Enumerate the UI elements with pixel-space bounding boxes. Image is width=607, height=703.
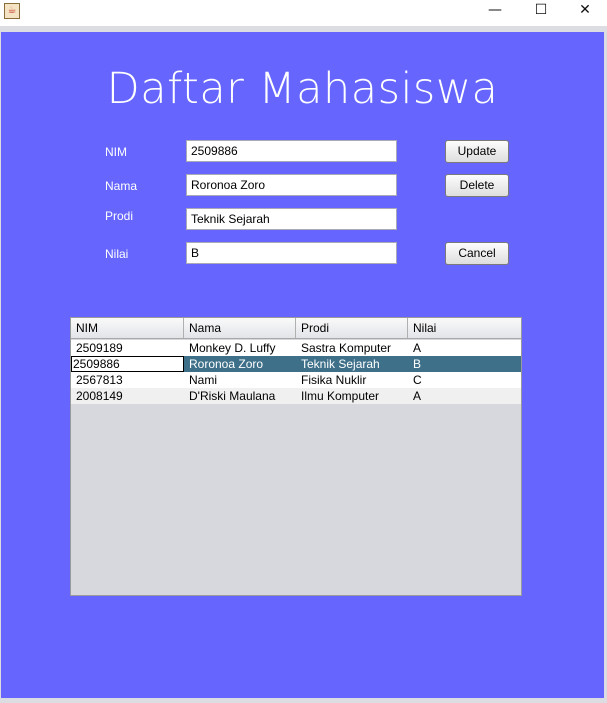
table-row[interactable]: 2567813 Nami Fisika Nuklir C [71, 372, 521, 388]
table-row[interactable]: 2008149 D'Riski Maulana Ilmu Komputer A [71, 388, 521, 404]
student-table[interactable]: NIM Nama Prodi Nilai 2509189 Monkey D. L… [70, 317, 522, 596]
cell-nama: D'Riski Maulana [189, 389, 276, 403]
cell-nama: Nami [189, 373, 218, 387]
cell-nilai: B [413, 357, 422, 371]
cell-nama: Roronoa Zoro [189, 357, 264, 371]
java-icon: ☕ [4, 3, 20, 19]
cell-nim: 2008149 [76, 389, 123, 403]
nilai-label: Nilai [105, 247, 129, 261]
nilai-field[interactable] [186, 242, 397, 264]
cell-prodi: Ilmu Komputer [301, 389, 380, 403]
prodi-label: Prodi [105, 209, 134, 223]
column-header-nilai[interactable]: Nilai [408, 318, 521, 338]
cell-prodi: Fisika Nuklir [301, 373, 367, 387]
table-header: NIM Nama Prodi Nilai [71, 318, 521, 339]
cell-nilai: A [413, 389, 422, 403]
cell-nama: Monkey D. Luffy [189, 341, 276, 355]
update-button[interactable]: Update [445, 140, 509, 163]
close-button[interactable]: ✕ [562, 0, 607, 22]
cancel-button[interactable]: Cancel [445, 242, 509, 265]
cell-nim[interactable]: 2509886 [71, 356, 184, 372]
delete-button[interactable]: Delete [445, 174, 509, 197]
cell-nim: 2567813 [76, 373, 123, 387]
nim-field[interactable] [186, 140, 397, 162]
table-row[interactable]: 2509189 Monkey D. Luffy Sastra Komputer … [71, 340, 521, 356]
cell-nim: 2509189 [76, 341, 123, 355]
nama-field[interactable] [186, 174, 397, 196]
column-header-prodi[interactable]: Prodi [296, 318, 408, 338]
column-header-nim[interactable]: NIM [71, 318, 184, 338]
window-titlebar: ☕ — ☐ ✕ [0, 0, 607, 26]
cell-prodi: Sastra Komputer [301, 341, 392, 355]
maximize-button[interactable]: ☐ [518, 0, 564, 22]
nama-label: Nama [105, 179, 138, 193]
nim-label: NIM [105, 145, 127, 159]
minimize-button[interactable]: — [472, 0, 518, 22]
cell-nilai: A [413, 341, 422, 355]
column-header-nama[interactable]: Nama [184, 318, 296, 338]
prodi-field[interactable] [186, 208, 397, 230]
main-panel: Daftar Mahasiswa NIM Update Nama Delete … [1, 32, 604, 698]
page-title: Daftar Mahasiswa [106, 64, 499, 114]
cell-nilai: C [413, 373, 422, 387]
cell-prodi: Teknik Sejarah [301, 357, 380, 371]
table-row-selected[interactable]: 2509886 Roronoa Zoro Teknik Sejarah B [71, 356, 521, 372]
